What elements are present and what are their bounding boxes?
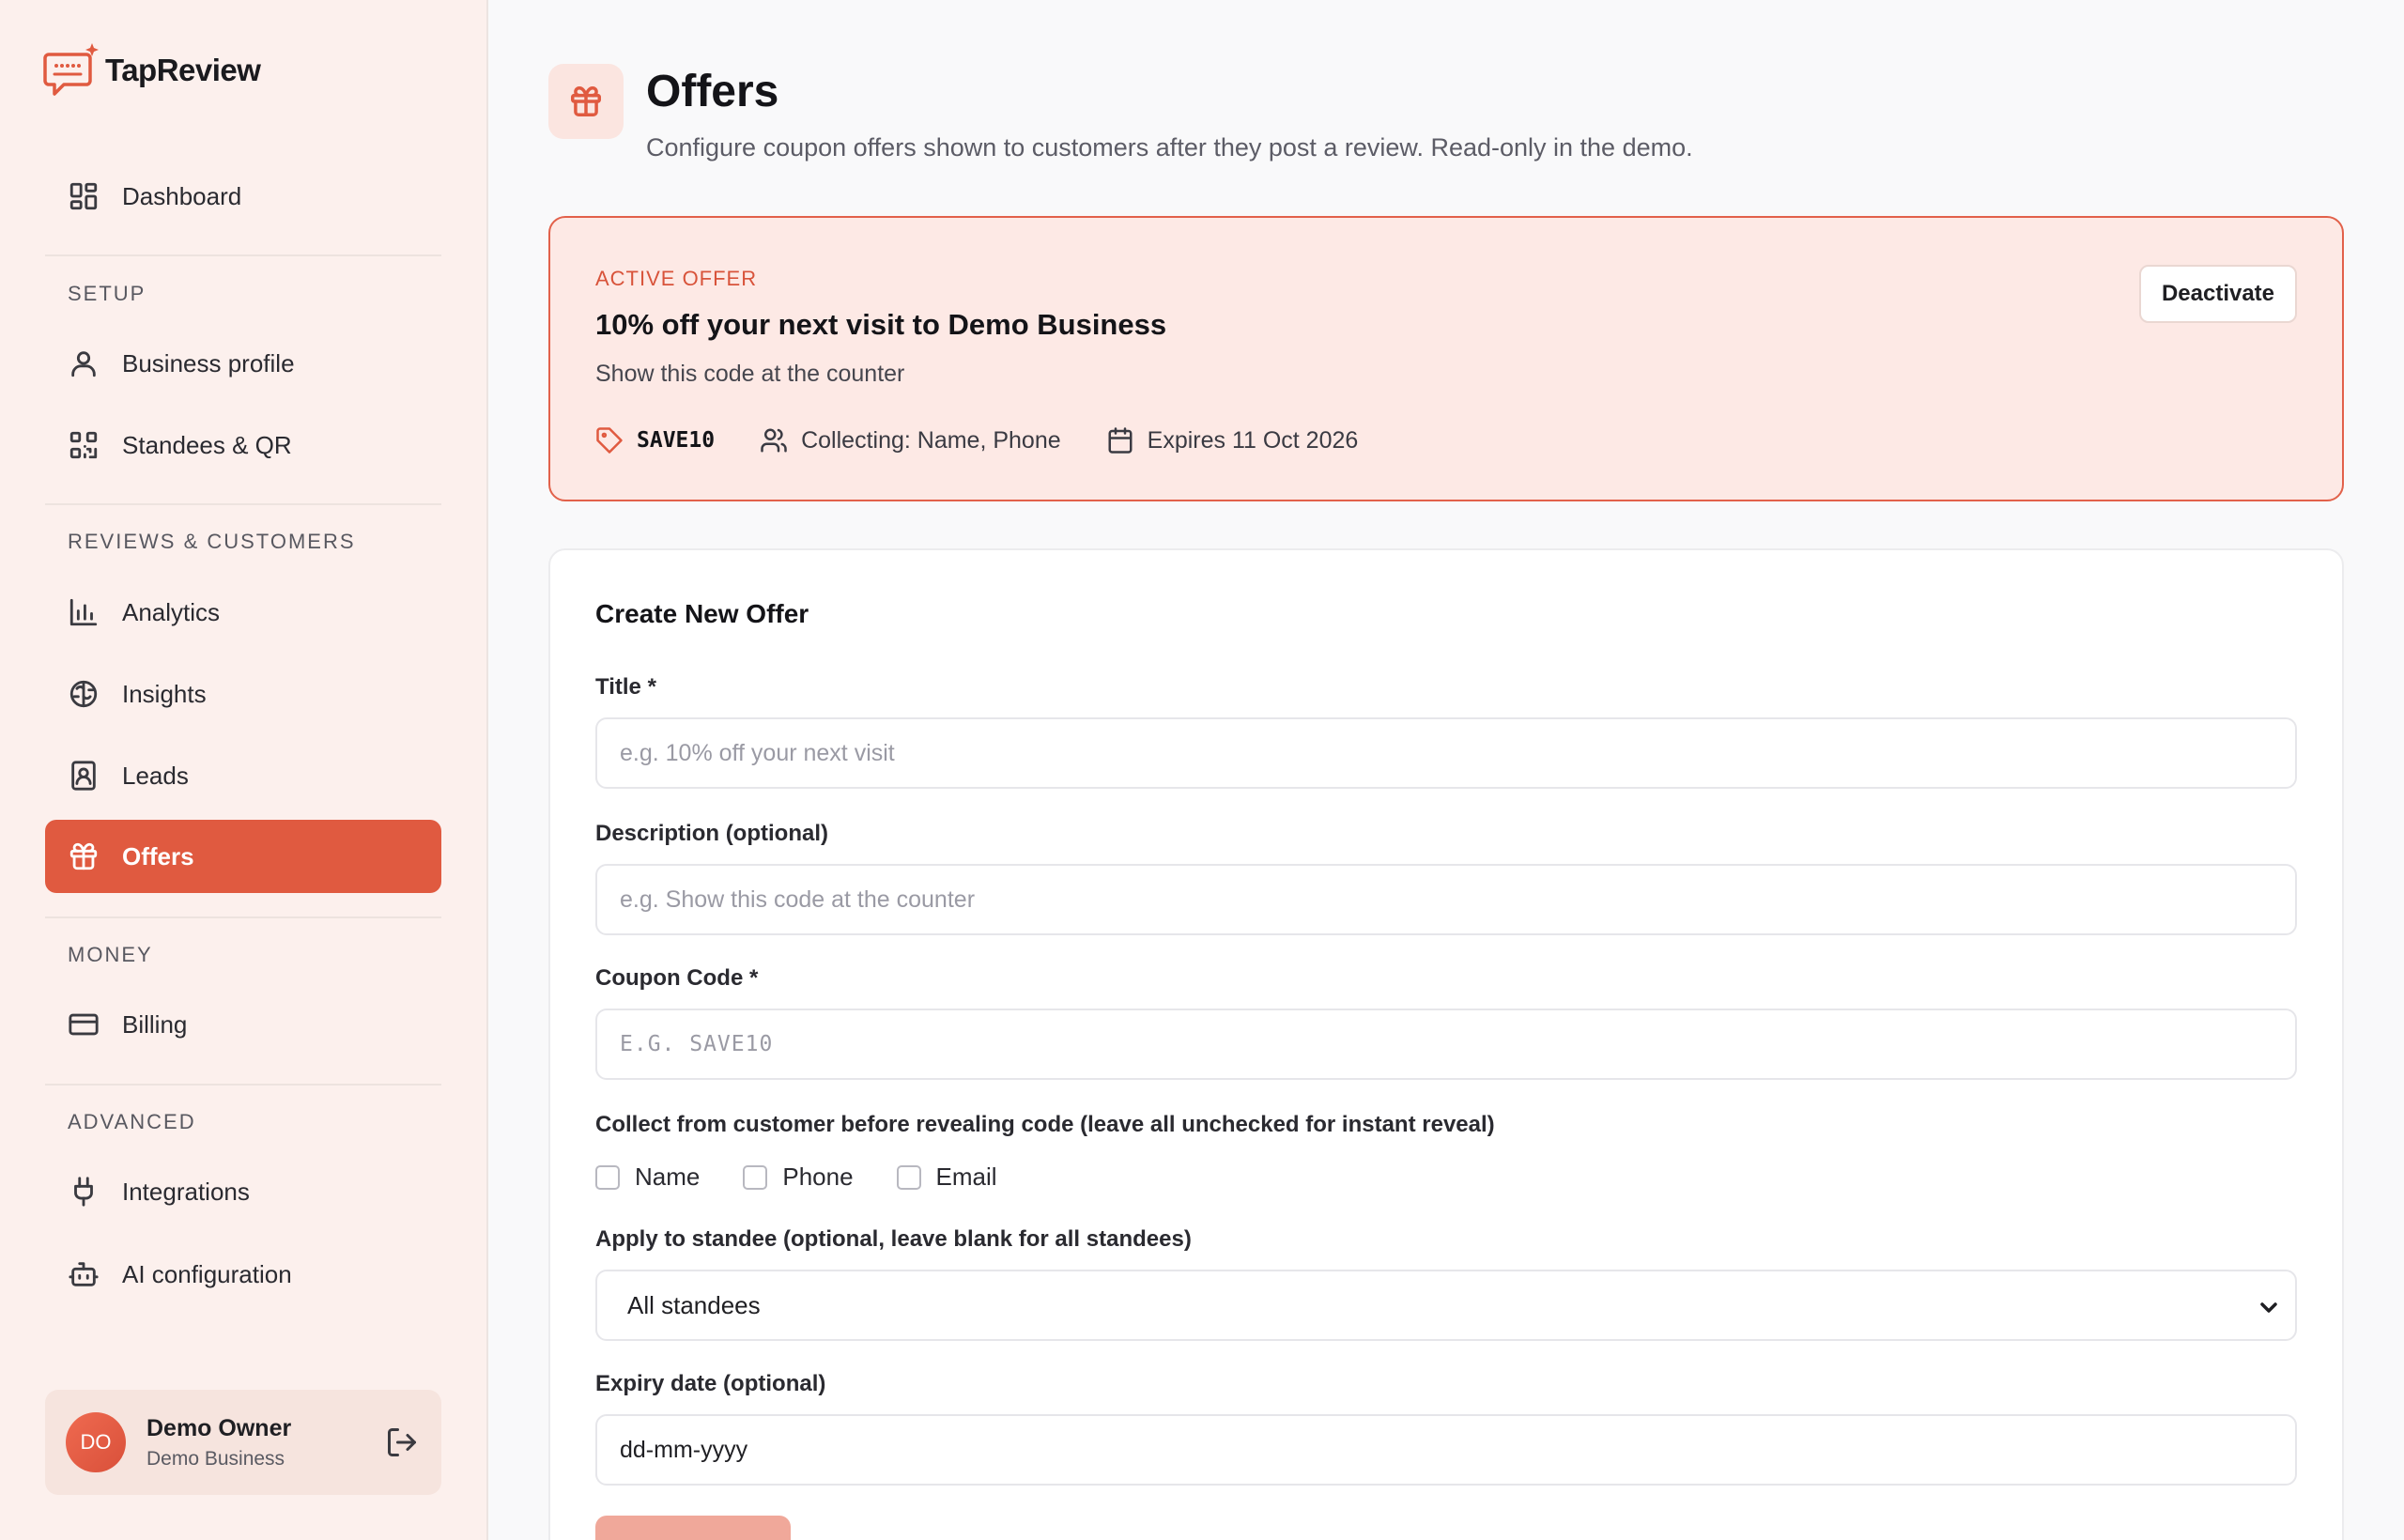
page-title: Offers	[646, 67, 779, 116]
gift-icon	[68, 840, 100, 872]
sidebar-item-label: Integrations	[122, 1177, 250, 1206]
section-label-money: MONEY	[68, 943, 153, 966]
users-icon	[761, 428, 787, 453]
user-name: Demo Owner	[146, 1414, 292, 1441]
page-gift-icon	[548, 64, 624, 139]
checkbox-label: Phone	[782, 1163, 854, 1191]
sidebar-item-business-profile[interactable]: Business profile	[45, 327, 441, 400]
active-offer-card: ACTIVE OFFER 10% off your next visit to …	[548, 216, 2344, 501]
user-business: Demo Business	[146, 1447, 285, 1470]
sidebar-item-analytics[interactable]: Analytics	[45, 576, 441, 649]
contact-book-icon	[68, 760, 100, 792]
standee-label: Apply to standee (optional, leave blank …	[595, 1226, 1192, 1252]
plug-icon	[68, 1176, 100, 1208]
collect-checkboxes: Name Phone Email	[595, 1163, 1040, 1192]
coupon-code-label: Coupon Code *	[595, 965, 759, 991]
chat-logo-icon	[43, 43, 99, 96]
coupon-code: SAVE10	[637, 428, 716, 453]
sidebar-item-leads[interactable]: Leads	[45, 739, 441, 812]
divider	[45, 503, 441, 505]
deactivate-button[interactable]: Deactivate	[2139, 265, 2297, 323]
checkbox-label: Name	[635, 1163, 701, 1191]
sidebar-item-dashboard[interactable]: Dashboard	[45, 160, 441, 233]
user-card: DO Demo Owner Demo Business	[45, 1390, 441, 1495]
standee-select[interactable]: All standees	[595, 1270, 2297, 1341]
collecting-meta: Collecting: Name, Phone	[760, 426, 1061, 454]
checkbox-label: Email	[935, 1163, 997, 1191]
section-label-reviews: REVIEWS & CUSTOMERS	[68, 530, 356, 553]
qr-code-icon	[68, 429, 100, 461]
checkbox-name[interactable]: Name	[595, 1163, 700, 1192]
sidebar-item-label: Billing	[122, 1009, 188, 1039]
sidebar-item-label: Standees & QR	[122, 430, 292, 459]
title-label: Title *	[595, 674, 656, 700]
create-offer-form: Create New Offer Title * e.g. 10% off yo…	[548, 548, 2344, 1540]
sidebar-item-label: Leads	[122, 761, 189, 790]
divider	[45, 254, 441, 256]
expiry-meta: Expires 11 Oct 2026	[1106, 426, 1359, 454]
sidebar-item-label: Dashboard	[122, 181, 242, 210]
expiry-label: Expiry date (optional)	[595, 1371, 826, 1396]
sidebar-item-offers[interactable]: Offers	[45, 820, 441, 893]
coupon-code-input[interactable]: E.G. SAVE10	[595, 1009, 2297, 1080]
sidebar: TapReview Dashboard SETUP Business profi…	[0, 0, 488, 1540]
bot-icon	[68, 1258, 100, 1290]
standee-select-value: All standees	[627, 1290, 761, 1319]
sidebar-item-insights[interactable]: Insights	[45, 657, 441, 731]
checkbox-box[interactable]	[595, 1164, 620, 1190]
collect-label: Collect from customer before revealing c…	[595, 1112, 1495, 1137]
dashboard-grid-icon	[68, 180, 100, 212]
sidebar-item-label: AI configuration	[122, 1259, 292, 1288]
logout-icon[interactable]	[385, 1425, 419, 1459]
sidebar-item-ai-configuration[interactable]: AI configuration	[45, 1238, 441, 1311]
chevron-down-icon	[2258, 1296, 2280, 1318]
checkbox-email[interactable]: Email	[896, 1163, 997, 1192]
calendar-icon	[1108, 427, 1133, 454]
sidebar-item-label: Insights	[122, 679, 207, 708]
tag-icon	[596, 427, 623, 454]
collecting-text: Collecting: Name, Phone	[801, 426, 1061, 454]
checkbox-box[interactable]	[743, 1164, 768, 1190]
active-offer-meta: SAVE10 Collecting: Name, Phone Expires 1…	[595, 426, 1403, 454]
sidebar-item-label: Business profile	[122, 348, 295, 377]
description-input[interactable]: e.g. Show this code at the counter	[595, 864, 2297, 935]
checkbox-phone[interactable]: Phone	[743, 1163, 854, 1192]
user-icon	[68, 347, 100, 379]
active-offer-description: Show this code at the counter	[595, 361, 905, 387]
active-offer-label: ACTIVE OFFER	[595, 267, 758, 290]
sidebar-item-label: Analytics	[122, 597, 221, 626]
sidebar-item-integrations[interactable]: Integrations	[45, 1155, 441, 1228]
brand-name: TapReview	[105, 53, 261, 87]
divider	[45, 916, 441, 918]
expiry-text: Expires 11 Oct 2026	[1147, 426, 1359, 454]
credit-card-icon	[68, 1009, 100, 1040]
sidebar-item-standees[interactable]: Standees & QR	[45, 408, 441, 482]
brand-logo[interactable]: TapReview	[43, 41, 261, 100]
coupon-code-meta: SAVE10	[595, 426, 715, 454]
sidebar-item-billing[interactable]: Billing	[45, 988, 441, 1061]
section-label-advanced: ADVANCED	[68, 1110, 196, 1133]
expiry-date-input[interactable]: dd-mm-yyyy	[595, 1414, 2297, 1486]
checkbox-box[interactable]	[896, 1164, 921, 1190]
divider	[45, 1084, 441, 1086]
section-label-setup: SETUP	[68, 282, 146, 305]
create-offer-button[interactable]	[595, 1516, 791, 1540]
sidebar-item-label: Offers	[122, 841, 194, 870]
description-label: Description (optional)	[595, 821, 828, 846]
bar-chart-icon	[68, 596, 100, 628]
page-subtitle: Configure coupon offers shown to custome…	[646, 133, 1693, 162]
active-offer-title: 10% off your next visit to Demo Business	[595, 308, 1167, 341]
brain-icon	[68, 678, 100, 710]
avatar: DO	[66, 1412, 126, 1472]
form-title: Create New Offer	[595, 599, 809, 628]
title-input[interactable]: e.g. 10% off your next visit	[595, 717, 2297, 789]
